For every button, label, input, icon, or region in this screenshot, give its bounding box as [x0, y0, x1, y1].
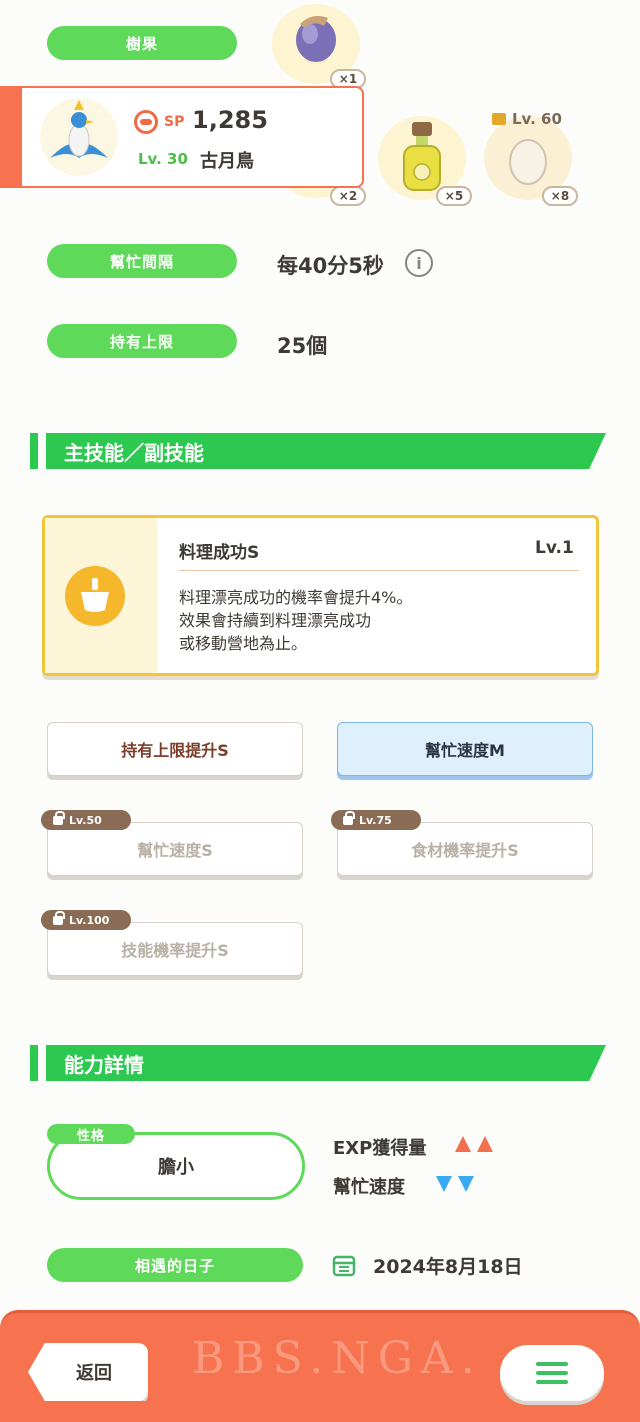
met-date-label: 相遇的日子: [47, 1248, 303, 1282]
description-line-1: 料理漂亮成功的機率會提升4%。: [179, 588, 413, 607]
ingredient-3-count: ×8: [542, 186, 578, 206]
selected-indicator: [0, 86, 24, 188]
main-skill-card[interactable]: 料理成功S Lv.1 料理漂亮成功的機率會提升4%。 效果會持續到料理漂亮成功 …: [42, 515, 599, 676]
met-date-value: 2024年8月18日: [373, 1256, 523, 1278]
ingredient-1-count: ×2: [330, 186, 366, 206]
description-line-2: 效果會持續到料理漂亮成功: [179, 611, 372, 630]
skills-section-title: 主技能／副技能: [46, 433, 606, 469]
pokemon-name: 古月鳥: [200, 151, 254, 172]
skill-icon-area: [45, 518, 157, 673]
sub-skill-2-button[interactable]: 幫忙速度M: [337, 722, 593, 776]
lock-icon: [53, 910, 65, 925]
pokemon-card[interactable]: SP 1,285 Lv. 30 古月鳥: [22, 86, 364, 188]
help-interval-value: 每40分5秒: [277, 254, 384, 278]
ingredient-3-lock-level: Lv. 60: [512, 110, 562, 128]
description-line-3: 或移動營地為止。: [179, 634, 308, 653]
lock-level: Lv.50: [69, 813, 102, 827]
ability-section-title: 能力詳情: [46, 1045, 606, 1081]
sub-skill-4-button[interactable]: 食材機率提升S: [337, 822, 593, 876]
cooking-pot-icon: [65, 566, 125, 626]
pokemon-level: Lv. 30: [138, 150, 188, 168]
watermark: BBS.NGA.: [192, 1333, 483, 1384]
menu-button[interactable]: [500, 1345, 604, 1401]
section-accent: [30, 433, 38, 469]
lock-level: Lv.100: [69, 913, 110, 927]
nature-down-stat: 幫忙速度: [333, 1177, 405, 1198]
help-interval-label: 幫忙間隔: [47, 244, 237, 278]
sp-label: SP: [164, 114, 185, 130]
calendar-icon: [332, 1255, 356, 1277]
main-skill-level: Lv.1: [535, 538, 574, 558]
sub-skill-1-button[interactable]: 持有上限提升S: [47, 722, 303, 776]
berry-label: 樹果: [47, 26, 237, 60]
lock-icon: [343, 810, 355, 825]
sub-skill-5-lock-badge: Lv.100: [41, 910, 131, 930]
carry-limit-label: 持有上限: [47, 324, 237, 358]
menu-icon: [536, 1362, 568, 1384]
sub-skill-3-button[interactable]: 幫忙速度S: [47, 822, 303, 876]
main-skill-name: 料理成功S: [179, 543, 260, 563]
info-icon[interactable]: i: [405, 249, 433, 277]
sp-icon: [134, 110, 158, 134]
down-arrows-icon: [436, 1176, 474, 1192]
up-arrows-icon: [455, 1136, 493, 1152]
sub-skill-4-lock-badge: Lv.75: [331, 810, 421, 830]
footer-bar: BBS.NGA. 返回: [0, 1310, 640, 1422]
lock-icon: [53, 810, 65, 825]
section-accent: [30, 1045, 38, 1081]
lock-icon: [492, 113, 506, 125]
carry-limit-value: 25個: [277, 334, 328, 358]
sub-skill-3-lock-badge: Lv.50: [41, 810, 131, 830]
nature-up-stat: EXP獲得量: [333, 1138, 427, 1159]
divider: [179, 570, 579, 571]
main-skill-description: 料理漂亮成功的機率會提升4%。 效果會持續到料理漂亮成功 或移動營地為止。: [179, 586, 412, 655]
nature-tag: 性格: [47, 1124, 135, 1144]
back-button[interactable]: 返回: [28, 1343, 148, 1401]
ingredient-2-count: ×5: [436, 186, 472, 206]
pokemon-avatar: [40, 98, 118, 176]
lock-level: Lv.75: [359, 813, 392, 827]
ingredient-3-lock: Lv. 60: [492, 110, 562, 128]
sp-value: 1,285: [192, 106, 268, 134]
sub-skill-5-button[interactable]: 技能機率提升S: [47, 922, 303, 976]
bird-icon: [50, 100, 108, 158]
